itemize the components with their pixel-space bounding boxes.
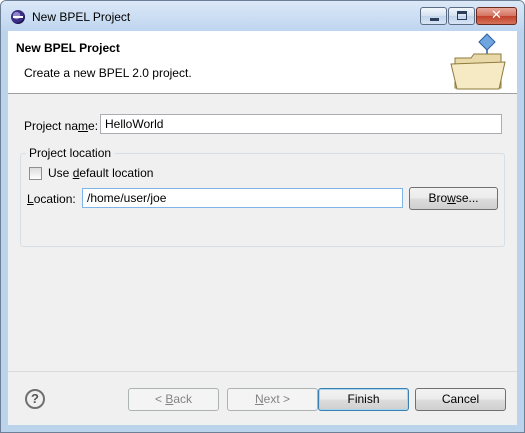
label-text: Use (48, 166, 73, 180)
finish-button[interactable]: Finish (318, 388, 409, 411)
label-text: ext > (263, 392, 291, 406)
project-location-title: Project location (26, 146, 115, 160)
mnemonic-char: L (27, 192, 34, 206)
eclipse-icon (11, 10, 25, 24)
label-text: < (154, 392, 166, 406)
back-button[interactable]: < Back (128, 388, 219, 411)
wizard-banner: New BPEL Project Create a new BPEL 2.0 p… (8, 31, 517, 94)
window-title: New BPEL Project (32, 10, 131, 24)
close-button[interactable]: ✕ (476, 7, 517, 25)
minimize-button[interactable] (420, 7, 447, 25)
dialog-client: New BPEL Project Create a new BPEL 2.0 p… (8, 31, 517, 425)
mnemonic-char: m (78, 119, 89, 133)
location-label: Location: (27, 192, 76, 206)
mnemonic-char: N (254, 392, 264, 406)
label-text: Bro (428, 191, 448, 205)
mnemonic-char: w (447, 191, 456, 205)
label-text: ack (173, 392, 193, 406)
next-button[interactable]: Next > (227, 388, 318, 411)
maximize-button[interactable] (448, 7, 475, 25)
use-default-location-checkbox[interactable] (29, 167, 42, 180)
title-bar[interactable]: New BPEL Project ✕ (1, 1, 524, 31)
project-name-label: Project name: (24, 119, 98, 133)
browse-button[interactable]: Browse... (409, 187, 498, 210)
location-input[interactable] (82, 188, 403, 208)
label-text: efault location (79, 166, 154, 180)
folder-wizard-icon (450, 33, 506, 90)
maximize-icon (457, 11, 467, 20)
label-text: Project na (24, 119, 79, 133)
use-default-location-label[interactable]: Use default location (48, 166, 153, 180)
cancel-button[interactable]: Cancel (415, 388, 506, 411)
footer-separator (8, 371, 517, 372)
label-text: e: (88, 119, 99, 133)
project-name-input[interactable] (100, 114, 502, 134)
wizard-description: Create a new BPEL 2.0 project. (24, 66, 192, 80)
label-text: se... (455, 191, 479, 205)
label-text: ocation: (33, 192, 76, 206)
dialog-window: New BPEL Project ✕ New BPEL Project Crea… (0, 0, 525, 433)
minimize-icon (430, 18, 439, 21)
help-icon[interactable]: ? (25, 389, 45, 409)
wizard-title: New BPEL Project (16, 41, 120, 55)
close-icon: ✕ (491, 8, 502, 23)
